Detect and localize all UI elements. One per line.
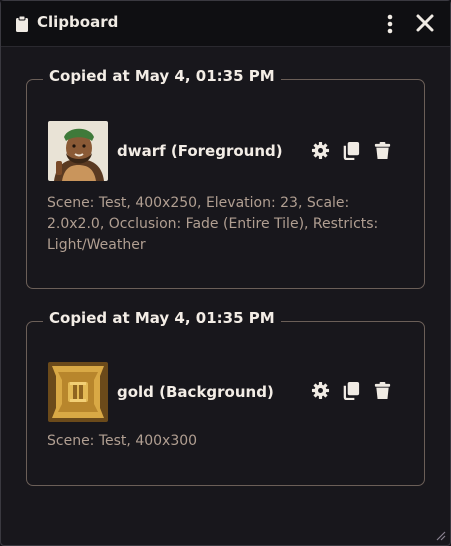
- entry-description: Scene: Test, 400x250, Elevation: 23, Sca…: [47, 195, 379, 253]
- resize-handle-icon[interactable]: [434, 529, 446, 541]
- entry-name: gold (Background): [117, 383, 274, 401]
- trash-icon[interactable]: [373, 381, 392, 400]
- trash-icon[interactable]: [373, 141, 392, 160]
- copy-icon[interactable]: [342, 141, 361, 160]
- window-titlebar[interactable]: Clipboard: [1, 1, 450, 47]
- clipboard-icon: [16, 15, 28, 32]
- window-title: Clipboard: [37, 13, 119, 31]
- clipboard-entry: Copied at May 4, 01:35 PM gold (Backgrou…: [26, 309, 425, 486]
- entry-description: Scene: Test, 400x300: [47, 433, 198, 449]
- gold-pillar-thumbnail: [48, 362, 108, 422]
- copied-timestamp: Copied at May 4, 01:35 PM: [43, 309, 281, 327]
- entry-actions: [311, 141, 392, 160]
- copy-icon[interactable]: [342, 381, 361, 400]
- gear-icon[interactable]: [311, 381, 330, 400]
- gear-icon[interactable]: [311, 141, 330, 160]
- kebab-menu-icon[interactable]: [384, 13, 396, 35]
- entry-actions: [311, 381, 392, 400]
- clipboard-entry: Copied at May 4, 01:35 PM dwarf (Foregro…: [26, 67, 425, 289]
- clipboard-window: Clipboard Copied at May 4, 01:35 PM dwar…: [0, 0, 451, 546]
- close-icon[interactable]: [415, 13, 435, 33]
- dwarf-portrait-thumbnail: [48, 121, 108, 181]
- entry-name: dwarf (Foreground): [117, 142, 283, 160]
- copied-timestamp: Copied at May 4, 01:35 PM: [43, 67, 281, 85]
